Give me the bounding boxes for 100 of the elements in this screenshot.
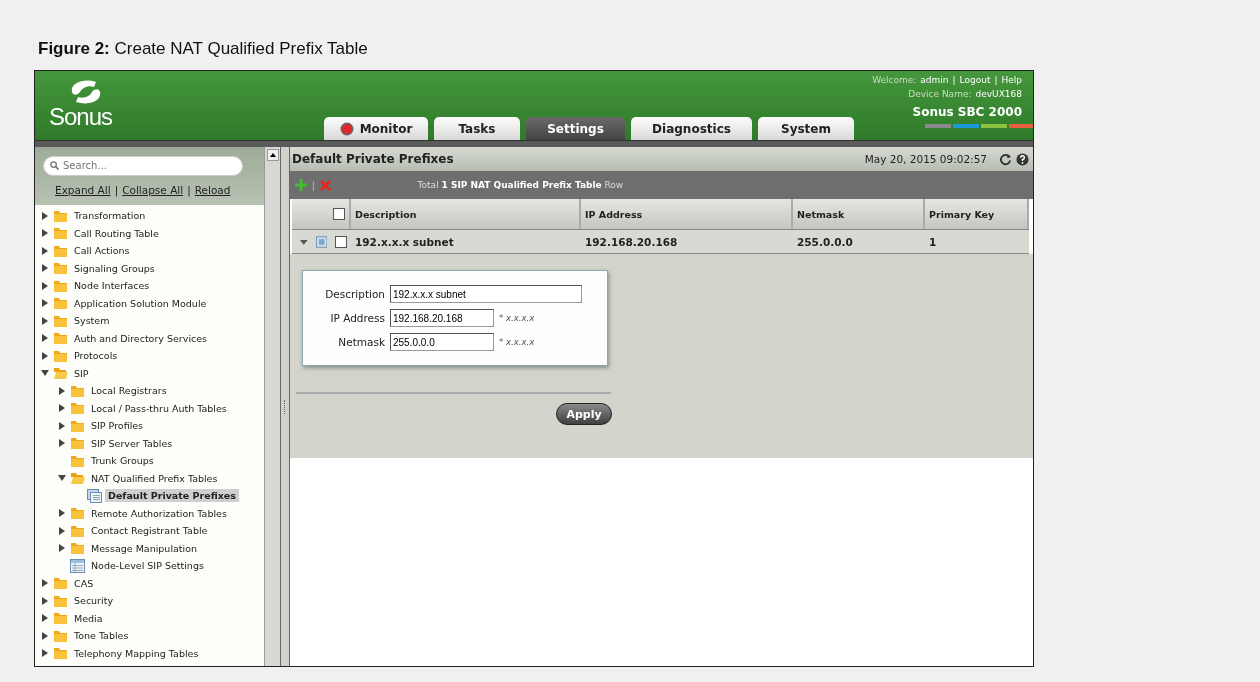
expand-arrow-icon[interactable] bbox=[58, 544, 66, 553]
tree-item[interactable]: SIP Server Tables bbox=[88, 436, 176, 450]
tree-item[interactable]: System bbox=[71, 314, 113, 328]
folder-icon bbox=[70, 506, 86, 521]
tree-item[interactable]: Application Solution Module bbox=[71, 296, 210, 310]
expand-arrow-icon[interactable] bbox=[58, 404, 66, 413]
scroll-up-icon[interactable] bbox=[266, 149, 279, 161]
folder-icon bbox=[53, 348, 69, 363]
expand-arrow-icon[interactable] bbox=[58, 526, 66, 535]
folder-icon bbox=[53, 628, 69, 643]
folder-icon bbox=[53, 243, 69, 258]
expand-arrow-icon[interactable] bbox=[41, 229, 49, 238]
tree-item[interactable]: Node Interfaces bbox=[71, 279, 153, 293]
input-field[interactable]: 192.168.20.168 bbox=[390, 309, 494, 327]
folder-icon bbox=[53, 296, 69, 311]
apply-button[interactable]: Apply bbox=[556, 403, 612, 425]
expand-arrow-icon[interactable] bbox=[41, 614, 49, 623]
logo-text: Sonus bbox=[49, 105, 113, 129]
folder-icon bbox=[70, 401, 86, 416]
collapse-arrow-icon[interactable] bbox=[58, 474, 66, 483]
tree-item[interactable]: Remote Authorization Tables bbox=[88, 506, 230, 520]
tree-item[interactable]: Local / Pass-thru Auth Tables bbox=[88, 401, 230, 415]
scrollbar[interactable] bbox=[264, 147, 280, 666]
expand-arrow-icon[interactable] bbox=[58, 439, 66, 448]
collapse-arrow-icon[interactable] bbox=[300, 237, 308, 246]
nav-tab[interactable]: Tasks bbox=[434, 117, 520, 140]
splitter-handle[interactable] bbox=[280, 147, 290, 666]
nav-tab[interactable]: Settings bbox=[526, 117, 625, 140]
folder-icon bbox=[53, 646, 69, 661]
format-hint: * x.x.x.x bbox=[499, 313, 535, 323]
tree-item[interactable]: SIP bbox=[71, 366, 92, 380]
help-icon[interactable] bbox=[1016, 152, 1029, 166]
tree-item[interactable]: Auth and Directory Services bbox=[71, 331, 211, 345]
folder-icon bbox=[53, 593, 69, 608]
expand-arrow-icon[interactable] bbox=[41, 316, 49, 325]
search-icon bbox=[50, 161, 59, 170]
tree-item[interactable]: Transformation bbox=[71, 209, 149, 223]
field-label: IP Address bbox=[329, 312, 385, 324]
folder-icon bbox=[70, 383, 86, 398]
folder-icon bbox=[70, 523, 86, 538]
tree-item[interactable]: Message Manipulation bbox=[88, 541, 201, 555]
tree-item[interactable]: Trunk Groups bbox=[88, 454, 157, 468]
tree-item[interactable]: Call Routing Table bbox=[71, 226, 162, 240]
folder-icon bbox=[53, 331, 69, 346]
row-checkbox[interactable] bbox=[335, 235, 347, 248]
folder-icon bbox=[53, 611, 69, 626]
expand-arrow-icon[interactable] bbox=[41, 281, 49, 290]
tree-item[interactable]: Tone Tables bbox=[71, 629, 132, 643]
expand-arrow-icon[interactable] bbox=[41, 246, 49, 255]
folder-icon bbox=[53, 261, 69, 276]
nav-tab[interactable]: System bbox=[758, 117, 854, 140]
search-field[interactable]: Search... bbox=[43, 155, 243, 176]
expand-arrow-icon[interactable] bbox=[41, 351, 49, 360]
tree-item[interactable]: Call Actions bbox=[71, 244, 133, 258]
welcome-label: Welcome: bbox=[872, 75, 917, 85]
expand-arrow-icon[interactable] bbox=[41, 211, 49, 220]
help-link[interactable]: Help bbox=[1001, 75, 1022, 85]
tree-item[interactable]: NAT Qualified Prefix Tables bbox=[88, 471, 221, 485]
tree-item[interactable]: Telephony Mapping Tables bbox=[71, 646, 202, 660]
tree-item[interactable]: Contact Registrant Table bbox=[88, 524, 211, 538]
expand-arrow-icon[interactable] bbox=[41, 579, 49, 588]
tree-item[interactable]: Local Registrars bbox=[88, 384, 170, 398]
folder-icon bbox=[70, 418, 86, 433]
expand-arrow-icon[interactable] bbox=[58, 509, 66, 518]
collapse-arrow-icon[interactable] bbox=[41, 369, 49, 378]
separator: | bbox=[312, 179, 315, 191]
format-hint: * x.x.x.x bbox=[499, 337, 535, 347]
logout-link[interactable]: Logout bbox=[959, 75, 991, 85]
tree-item[interactable]: Node-Level SIP Settings bbox=[88, 559, 207, 573]
tree-item[interactable]: SIP Profiles bbox=[88, 419, 147, 433]
input-field[interactable]: 255.0.0.0 bbox=[390, 333, 494, 351]
expand-arrow-icon[interactable] bbox=[41, 264, 49, 273]
tree-action-link[interactable]: Reload bbox=[194, 184, 231, 196]
expand-arrow-icon[interactable] bbox=[41, 334, 49, 343]
expand-arrow-icon[interactable] bbox=[41, 649, 49, 658]
input-field[interactable]: 192.x.x.x subnet bbox=[390, 285, 582, 303]
folder-icon bbox=[53, 208, 69, 223]
open-folder-icon bbox=[70, 471, 86, 486]
tree-item[interactable]: Default Private Prefixes bbox=[105, 489, 239, 503]
separator: | bbox=[952, 75, 956, 85]
tree-item[interactable]: Signaling Groups bbox=[71, 261, 158, 275]
device-label: Device Name: bbox=[908, 89, 972, 99]
tree-action-link[interactable]: Expand All bbox=[55, 184, 111, 196]
select-all-checkbox[interactable] bbox=[333, 208, 345, 220]
tree-item[interactable]: Protocols bbox=[71, 349, 121, 363]
expand-arrow-icon[interactable] bbox=[41, 299, 49, 308]
folder-icon bbox=[53, 278, 69, 293]
expand-arrow-icon[interactable] bbox=[41, 596, 49, 605]
tree-action-link[interactable]: Collapse All bbox=[122, 184, 184, 196]
folder-icon bbox=[70, 541, 86, 556]
nav-tab[interactable]: Monitor bbox=[324, 117, 428, 140]
refresh-icon[interactable] bbox=[999, 152, 1012, 166]
product-name: Sonus SBC 2000 bbox=[912, 105, 1022, 119]
tree-item[interactable]: Security bbox=[71, 594, 116, 608]
nav-tab[interactable]: Diagnostics bbox=[631, 117, 752, 140]
expand-arrow-icon[interactable] bbox=[58, 386, 66, 395]
tree-item[interactable]: Media bbox=[71, 611, 106, 625]
expand-arrow-icon[interactable] bbox=[41, 631, 49, 640]
expand-arrow-icon[interactable] bbox=[58, 421, 66, 430]
tree-item[interactable]: CAS bbox=[71, 576, 97, 590]
